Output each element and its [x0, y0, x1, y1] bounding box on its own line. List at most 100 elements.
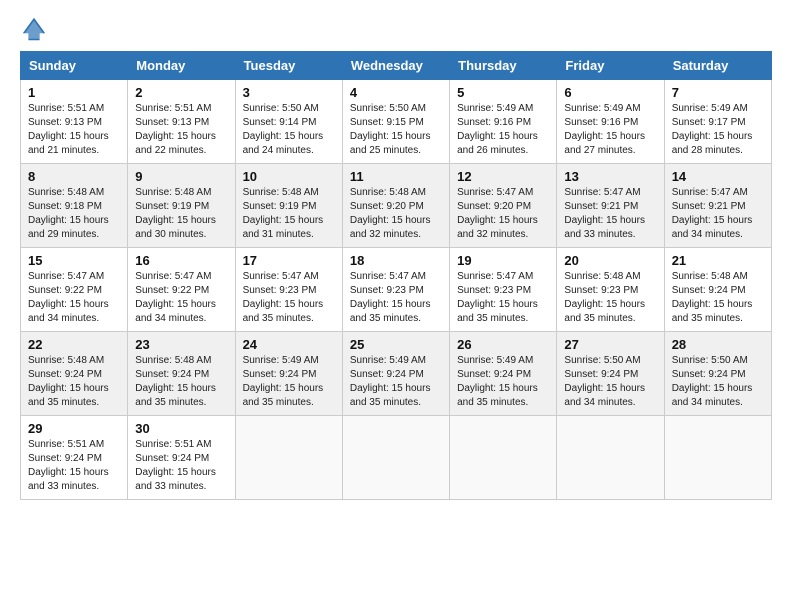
day-detail: Sunrise: 5:49 AMSunset: 9:16 PMDaylight:…	[457, 103, 538, 156]
day-number: 5	[457, 85, 549, 100]
calendar-cell: 2 Sunrise: 5:51 AMSunset: 9:13 PMDayligh…	[128, 80, 235, 164]
weekday-header-sunday: Sunday	[21, 52, 128, 80]
calendar-cell: 24 Sunrise: 5:49 AMSunset: 9:24 PMDaylig…	[235, 332, 342, 416]
calendar-cell: 27 Sunrise: 5:50 AMSunset: 9:24 PMDaylig…	[557, 332, 664, 416]
day-detail: Sunrise: 5:47 AMSunset: 9:22 PMDaylight:…	[135, 271, 216, 324]
weekday-header-row: SundayMondayTuesdayWednesdayThursdayFrid…	[21, 52, 772, 80]
page: SundayMondayTuesdayWednesdayThursdayFrid…	[0, 0, 792, 612]
day-number: 2	[135, 85, 227, 100]
day-detail: Sunrise: 5:47 AMSunset: 9:23 PMDaylight:…	[457, 271, 538, 324]
calendar-cell: 1 Sunrise: 5:51 AMSunset: 9:13 PMDayligh…	[21, 80, 128, 164]
calendar-cell: 26 Sunrise: 5:49 AMSunset: 9:24 PMDaylig…	[450, 332, 557, 416]
day-number: 21	[672, 253, 764, 268]
day-number: 11	[350, 169, 442, 184]
calendar-cell	[557, 416, 664, 500]
day-detail: Sunrise: 5:47 AMSunset: 9:23 PMDaylight:…	[350, 271, 431, 324]
calendar-cell: 20 Sunrise: 5:48 AMSunset: 9:23 PMDaylig…	[557, 248, 664, 332]
day-detail: Sunrise: 5:47 AMSunset: 9:21 PMDaylight:…	[564, 187, 645, 240]
calendar-week-row: 1 Sunrise: 5:51 AMSunset: 9:13 PMDayligh…	[21, 80, 772, 164]
day-number: 26	[457, 337, 549, 352]
day-detail: Sunrise: 5:50 AMSunset: 9:14 PMDaylight:…	[243, 103, 324, 156]
day-number: 19	[457, 253, 549, 268]
day-detail: Sunrise: 5:49 AMSunset: 9:24 PMDaylight:…	[243, 355, 324, 408]
calendar-cell: 10 Sunrise: 5:48 AMSunset: 9:19 PMDaylig…	[235, 164, 342, 248]
weekday-header-tuesday: Tuesday	[235, 52, 342, 80]
calendar-cell: 28 Sunrise: 5:50 AMSunset: 9:24 PMDaylig…	[664, 332, 771, 416]
calendar-cell	[235, 416, 342, 500]
day-number: 9	[135, 169, 227, 184]
logo	[20, 15, 52, 43]
day-number: 16	[135, 253, 227, 268]
day-detail: Sunrise: 5:48 AMSunset: 9:24 PMDaylight:…	[28, 355, 109, 408]
day-detail: Sunrise: 5:51 AMSunset: 9:13 PMDaylight:…	[135, 103, 216, 156]
day-detail: Sunrise: 5:48 AMSunset: 9:19 PMDaylight:…	[243, 187, 324, 240]
day-number: 20	[564, 253, 656, 268]
calendar-cell: 7 Sunrise: 5:49 AMSunset: 9:17 PMDayligh…	[664, 80, 771, 164]
day-number: 22	[28, 337, 120, 352]
day-number: 6	[564, 85, 656, 100]
day-number: 24	[243, 337, 335, 352]
calendar-week-row: 29 Sunrise: 5:51 AMSunset: 9:24 PMDaylig…	[21, 416, 772, 500]
calendar-cell: 25 Sunrise: 5:49 AMSunset: 9:24 PMDaylig…	[342, 332, 449, 416]
day-detail: Sunrise: 5:51 AMSunset: 9:24 PMDaylight:…	[28, 439, 109, 492]
weekday-header-wednesday: Wednesday	[342, 52, 449, 80]
weekday-header-thursday: Thursday	[450, 52, 557, 80]
day-detail: Sunrise: 5:47 AMSunset: 9:20 PMDaylight:…	[457, 187, 538, 240]
day-detail: Sunrise: 5:48 AMSunset: 9:20 PMDaylight:…	[350, 187, 431, 240]
calendar-cell: 21 Sunrise: 5:48 AMSunset: 9:24 PMDaylig…	[664, 248, 771, 332]
day-detail: Sunrise: 5:50 AMSunset: 9:24 PMDaylight:…	[564, 355, 645, 408]
day-detail: Sunrise: 5:51 AMSunset: 9:24 PMDaylight:…	[135, 439, 216, 492]
calendar-cell	[664, 416, 771, 500]
calendar-cell: 15 Sunrise: 5:47 AMSunset: 9:22 PMDaylig…	[21, 248, 128, 332]
day-detail: Sunrise: 5:47 AMSunset: 9:22 PMDaylight:…	[28, 271, 109, 324]
day-number: 14	[672, 169, 764, 184]
day-number: 4	[350, 85, 442, 100]
day-number: 27	[564, 337, 656, 352]
calendar-cell: 12 Sunrise: 5:47 AMSunset: 9:20 PMDaylig…	[450, 164, 557, 248]
day-number: 7	[672, 85, 764, 100]
day-detail: Sunrise: 5:49 AMSunset: 9:17 PMDaylight:…	[672, 103, 753, 156]
calendar-cell: 13 Sunrise: 5:47 AMSunset: 9:21 PMDaylig…	[557, 164, 664, 248]
calendar-cell: 23 Sunrise: 5:48 AMSunset: 9:24 PMDaylig…	[128, 332, 235, 416]
calendar-week-row: 8 Sunrise: 5:48 AMSunset: 9:18 PMDayligh…	[21, 164, 772, 248]
day-detail: Sunrise: 5:48 AMSunset: 9:23 PMDaylight:…	[564, 271, 645, 324]
calendar-week-row: 22 Sunrise: 5:48 AMSunset: 9:24 PMDaylig…	[21, 332, 772, 416]
day-detail: Sunrise: 5:48 AMSunset: 9:19 PMDaylight:…	[135, 187, 216, 240]
day-number: 30	[135, 421, 227, 436]
day-number: 12	[457, 169, 549, 184]
calendar-cell: 11 Sunrise: 5:48 AMSunset: 9:20 PMDaylig…	[342, 164, 449, 248]
day-detail: Sunrise: 5:49 AMSunset: 9:24 PMDaylight:…	[457, 355, 538, 408]
day-number: 17	[243, 253, 335, 268]
day-detail: Sunrise: 5:50 AMSunset: 9:24 PMDaylight:…	[672, 355, 753, 408]
calendar-cell: 5 Sunrise: 5:49 AMSunset: 9:16 PMDayligh…	[450, 80, 557, 164]
calendar-cell: 14 Sunrise: 5:47 AMSunset: 9:21 PMDaylig…	[664, 164, 771, 248]
day-number: 3	[243, 85, 335, 100]
day-detail: Sunrise: 5:49 AMSunset: 9:16 PMDaylight:…	[564, 103, 645, 156]
calendar-cell	[342, 416, 449, 500]
calendar-cell	[450, 416, 557, 500]
logo-icon	[20, 15, 48, 43]
weekday-header-saturday: Saturday	[664, 52, 771, 80]
calendar-table: SundayMondayTuesdayWednesdayThursdayFrid…	[20, 51, 772, 500]
day-number: 29	[28, 421, 120, 436]
day-number: 28	[672, 337, 764, 352]
calendar-cell: 22 Sunrise: 5:48 AMSunset: 9:24 PMDaylig…	[21, 332, 128, 416]
day-number: 13	[564, 169, 656, 184]
day-detail: Sunrise: 5:47 AMSunset: 9:21 PMDaylight:…	[672, 187, 753, 240]
calendar-cell: 29 Sunrise: 5:51 AMSunset: 9:24 PMDaylig…	[21, 416, 128, 500]
calendar-cell: 17 Sunrise: 5:47 AMSunset: 9:23 PMDaylig…	[235, 248, 342, 332]
day-detail: Sunrise: 5:47 AMSunset: 9:23 PMDaylight:…	[243, 271, 324, 324]
day-detail: Sunrise: 5:48 AMSunset: 9:24 PMDaylight:…	[135, 355, 216, 408]
day-number: 10	[243, 169, 335, 184]
day-detail: Sunrise: 5:48 AMSunset: 9:18 PMDaylight:…	[28, 187, 109, 240]
weekday-header-friday: Friday	[557, 52, 664, 80]
day-number: 1	[28, 85, 120, 100]
calendar-cell: 16 Sunrise: 5:47 AMSunset: 9:22 PMDaylig…	[128, 248, 235, 332]
calendar-cell: 6 Sunrise: 5:49 AMSunset: 9:16 PMDayligh…	[557, 80, 664, 164]
day-detail: Sunrise: 5:48 AMSunset: 9:24 PMDaylight:…	[672, 271, 753, 324]
calendar-cell: 30 Sunrise: 5:51 AMSunset: 9:24 PMDaylig…	[128, 416, 235, 500]
weekday-header-monday: Monday	[128, 52, 235, 80]
day-detail: Sunrise: 5:49 AMSunset: 9:24 PMDaylight:…	[350, 355, 431, 408]
calendar-cell: 3 Sunrise: 5:50 AMSunset: 9:14 PMDayligh…	[235, 80, 342, 164]
day-detail: Sunrise: 5:50 AMSunset: 9:15 PMDaylight:…	[350, 103, 431, 156]
